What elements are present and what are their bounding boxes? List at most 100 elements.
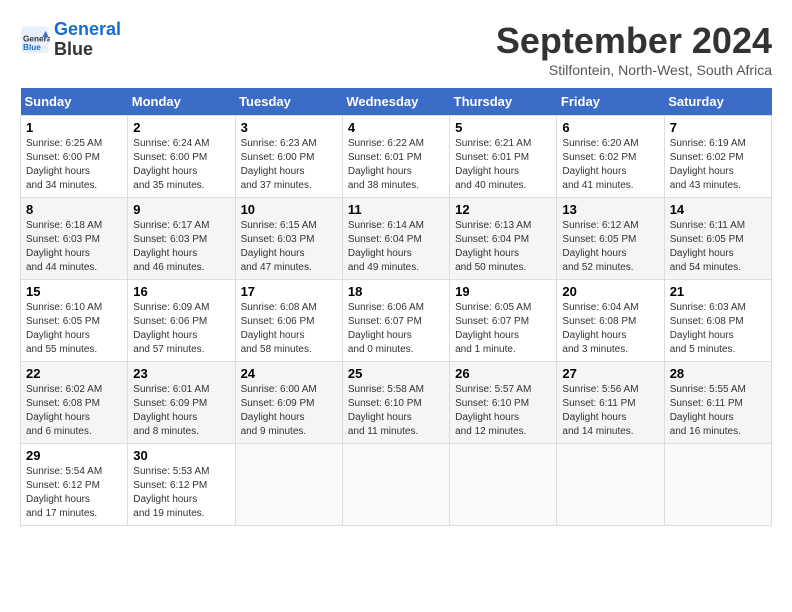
calendar-cell: 30 Sunrise: 5:53 AM Sunset: 6:12 PM Dayl… — [128, 444, 235, 526]
day-info: Sunrise: 5:53 AM Sunset: 6:12 PM Dayligh… — [133, 465, 229, 521]
header-saturday: Saturday — [664, 88, 771, 116]
day-info: Sunrise: 6:17 AM Sunset: 6:03 PM Dayligh… — [133, 219, 229, 275]
day-info: Sunrise: 6:13 AM Sunset: 6:04 PM Dayligh… — [455, 219, 551, 275]
day-info: Sunrise: 6:24 AM Sunset: 6:00 PM Dayligh… — [133, 137, 229, 193]
calendar-cell: 19 Sunrise: 6:05 AM Sunset: 6:07 PM Dayl… — [450, 280, 557, 362]
day-info: Sunrise: 6:19 AM Sunset: 6:02 PM Dayligh… — [670, 137, 766, 193]
logo-text: GeneralBlue — [54, 20, 121, 60]
calendar-cell: 9 Sunrise: 6:17 AM Sunset: 6:03 PM Dayli… — [128, 198, 235, 280]
day-info: Sunrise: 6:05 AM Sunset: 6:07 PM Dayligh… — [455, 301, 551, 357]
day-info: Sunrise: 6:20 AM Sunset: 6:02 PM Dayligh… — [562, 137, 658, 193]
calendar-cell: 20 Sunrise: 6:04 AM Sunset: 6:08 PM Dayl… — [557, 280, 664, 362]
day-number: 15 — [26, 284, 122, 299]
day-info: Sunrise: 6:21 AM Sunset: 6:01 PM Dayligh… — [455, 137, 551, 193]
calendar-cell: 6 Sunrise: 6:20 AM Sunset: 6:02 PM Dayli… — [557, 116, 664, 198]
day-number: 14 — [670, 202, 766, 217]
day-number: 10 — [241, 202, 337, 217]
day-info: Sunrise: 5:57 AM Sunset: 6:10 PM Dayligh… — [455, 383, 551, 439]
day-info: Sunrise: 6:15 AM Sunset: 6:03 PM Dayligh… — [241, 219, 337, 275]
logo: General Blue GeneralBlue — [20, 20, 121, 60]
day-number: 24 — [241, 366, 337, 381]
day-number: 17 — [241, 284, 337, 299]
week-row-4: 22 Sunrise: 6:02 AM Sunset: 6:08 PM Dayl… — [21, 362, 772, 444]
day-info: Sunrise: 6:02 AM Sunset: 6:08 PM Dayligh… — [26, 383, 122, 439]
day-number: 4 — [348, 120, 444, 135]
calendar-cell: 21 Sunrise: 6:03 AM Sunset: 6:08 PM Dayl… — [664, 280, 771, 362]
day-info: Sunrise: 6:06 AM Sunset: 6:07 PM Dayligh… — [348, 301, 444, 357]
day-number: 20 — [562, 284, 658, 299]
calendar-cell: 13 Sunrise: 6:12 AM Sunset: 6:05 PM Dayl… — [557, 198, 664, 280]
day-number: 7 — [670, 120, 766, 135]
day-info: Sunrise: 6:22 AM Sunset: 6:01 PM Dayligh… — [348, 137, 444, 193]
calendar-cell: 22 Sunrise: 6:02 AM Sunset: 6:08 PM Dayl… — [21, 362, 128, 444]
calendar-cell — [664, 444, 771, 526]
header-monday: Monday — [128, 88, 235, 116]
svg-text:Blue: Blue — [23, 43, 41, 52]
header-thursday: Thursday — [450, 88, 557, 116]
day-info: Sunrise: 5:58 AM Sunset: 6:10 PM Dayligh… — [348, 383, 444, 439]
calendar-cell: 29 Sunrise: 5:54 AM Sunset: 6:12 PM Dayl… — [21, 444, 128, 526]
header-wednesday: Wednesday — [342, 88, 449, 116]
week-row-1: 1 Sunrise: 6:25 AM Sunset: 6:00 PM Dayli… — [21, 116, 772, 198]
header-friday: Friday — [557, 88, 664, 116]
day-number: 26 — [455, 366, 551, 381]
calendar-cell — [235, 444, 342, 526]
day-number: 8 — [26, 202, 122, 217]
calendar-cell: 17 Sunrise: 6:08 AM Sunset: 6:06 PM Dayl… — [235, 280, 342, 362]
day-number: 23 — [133, 366, 229, 381]
calendar-cell: 3 Sunrise: 6:23 AM Sunset: 6:00 PM Dayli… — [235, 116, 342, 198]
calendar-cell: 25 Sunrise: 5:58 AM Sunset: 6:10 PM Dayl… — [342, 362, 449, 444]
calendar-cell: 11 Sunrise: 6:14 AM Sunset: 6:04 PM Dayl… — [342, 198, 449, 280]
calendar-cell: 24 Sunrise: 6:00 AM Sunset: 6:09 PM Dayl… — [235, 362, 342, 444]
day-number: 3 — [241, 120, 337, 135]
day-info: Sunrise: 6:11 AM Sunset: 6:05 PM Dayligh… — [670, 219, 766, 275]
title-area: September 2024 Stilfontein, North-West, … — [496, 20, 772, 78]
day-number: 5 — [455, 120, 551, 135]
calendar-cell: 23 Sunrise: 6:01 AM Sunset: 6:09 PM Dayl… — [128, 362, 235, 444]
logo-icon: General Blue — [20, 25, 50, 55]
day-number: 25 — [348, 366, 444, 381]
calendar-cell: 18 Sunrise: 6:06 AM Sunset: 6:07 PM Dayl… — [342, 280, 449, 362]
day-number: 29 — [26, 448, 122, 463]
calendar-cell — [342, 444, 449, 526]
day-info: Sunrise: 5:56 AM Sunset: 6:11 PM Dayligh… — [562, 383, 658, 439]
day-number: 12 — [455, 202, 551, 217]
day-info: Sunrise: 6:23 AM Sunset: 6:00 PM Dayligh… — [241, 137, 337, 193]
calendar-cell: 27 Sunrise: 5:56 AM Sunset: 6:11 PM Dayl… — [557, 362, 664, 444]
week-row-2: 8 Sunrise: 6:18 AM Sunset: 6:03 PM Dayli… — [21, 198, 772, 280]
calendar-cell: 16 Sunrise: 6:09 AM Sunset: 6:06 PM Dayl… — [128, 280, 235, 362]
calendar-table: SundayMondayTuesdayWednesdayThursdayFrid… — [20, 88, 772, 526]
calendar-cell: 5 Sunrise: 6:21 AM Sunset: 6:01 PM Dayli… — [450, 116, 557, 198]
day-number: 18 — [348, 284, 444, 299]
calendar-cell: 1 Sunrise: 6:25 AM Sunset: 6:00 PM Dayli… — [21, 116, 128, 198]
calendar-cell: 26 Sunrise: 5:57 AM Sunset: 6:10 PM Dayl… — [450, 362, 557, 444]
day-number: 27 — [562, 366, 658, 381]
calendar-cell: 12 Sunrise: 6:13 AM Sunset: 6:04 PM Dayl… — [450, 198, 557, 280]
day-number: 21 — [670, 284, 766, 299]
location-title: Stilfontein, North-West, South Africa — [496, 62, 772, 78]
day-info: Sunrise: 6:14 AM Sunset: 6:04 PM Dayligh… — [348, 219, 444, 275]
page-header: General Blue GeneralBlue September 2024 … — [20, 20, 772, 78]
calendar-cell: 2 Sunrise: 6:24 AM Sunset: 6:00 PM Dayli… — [128, 116, 235, 198]
day-number: 6 — [562, 120, 658, 135]
day-info: Sunrise: 6:01 AM Sunset: 6:09 PM Dayligh… — [133, 383, 229, 439]
day-info: Sunrise: 6:08 AM Sunset: 6:06 PM Dayligh… — [241, 301, 337, 357]
day-number: 28 — [670, 366, 766, 381]
day-info: Sunrise: 6:10 AM Sunset: 6:05 PM Dayligh… — [26, 301, 122, 357]
calendar-header-row: SundayMondayTuesdayWednesdayThursdayFrid… — [21, 88, 772, 116]
day-info: Sunrise: 6:12 AM Sunset: 6:05 PM Dayligh… — [562, 219, 658, 275]
day-number: 11 — [348, 202, 444, 217]
calendar-cell: 4 Sunrise: 6:22 AM Sunset: 6:01 PM Dayli… — [342, 116, 449, 198]
calendar-cell: 15 Sunrise: 6:10 AM Sunset: 6:05 PM Dayl… — [21, 280, 128, 362]
day-number: 19 — [455, 284, 551, 299]
day-info: Sunrise: 6:00 AM Sunset: 6:09 PM Dayligh… — [241, 383, 337, 439]
day-number: 13 — [562, 202, 658, 217]
month-title: September 2024 — [496, 20, 772, 62]
day-number: 9 — [133, 202, 229, 217]
day-info: Sunrise: 5:55 AM Sunset: 6:11 PM Dayligh… — [670, 383, 766, 439]
calendar-cell — [557, 444, 664, 526]
calendar-cell: 8 Sunrise: 6:18 AM Sunset: 6:03 PM Dayli… — [21, 198, 128, 280]
day-info: Sunrise: 5:54 AM Sunset: 6:12 PM Dayligh… — [26, 465, 122, 521]
day-number: 30 — [133, 448, 229, 463]
day-number: 1 — [26, 120, 122, 135]
